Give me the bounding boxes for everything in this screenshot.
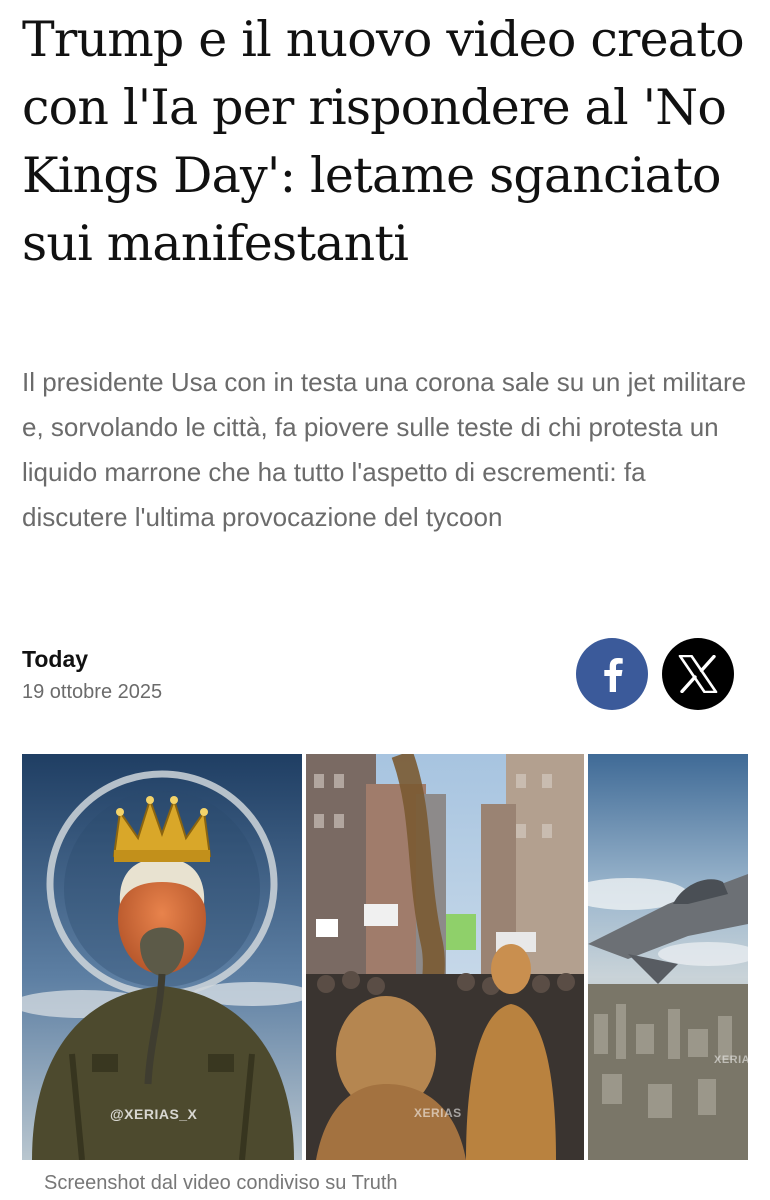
share-x-button[interactable] (662, 638, 734, 710)
byline-source[interactable]: Today (22, 643, 162, 675)
image-panel-pilot: @XERIAS_X (22, 754, 302, 1160)
share-facebook-button[interactable] (576, 638, 648, 710)
image-watermark-edge: XERIAS (714, 1054, 748, 1066)
publish-date: 19 ottobre 2025 (22, 681, 163, 703)
image-caption: Screenshot dal video condiviso su Truth (44, 1172, 398, 1194)
byline: Today 19 ottobre 2025 (22, 643, 162, 707)
image-watermark-partial: XERIAS (414, 1106, 462, 1120)
article-summary: Il presidente Usa con in testa una coron… (22, 367, 747, 532)
x-logo-icon (678, 655, 718, 693)
image-watermark: @XERIAS_X (110, 1106, 198, 1122)
article-headline: Trump e il nuovo video creato con l'Ia p… (22, 11, 745, 272)
hero-image[interactable]: @XERIAS_X XERIAS XERIA (22, 754, 748, 1160)
article: Trump e il nuovo video creato con l'Ia p… (0, 0, 770, 1200)
image-panel-protest: XERIAS (306, 754, 584, 1160)
facebook-icon (604, 658, 623, 692)
image-panel-jet: XERIAS (588, 754, 748, 1160)
